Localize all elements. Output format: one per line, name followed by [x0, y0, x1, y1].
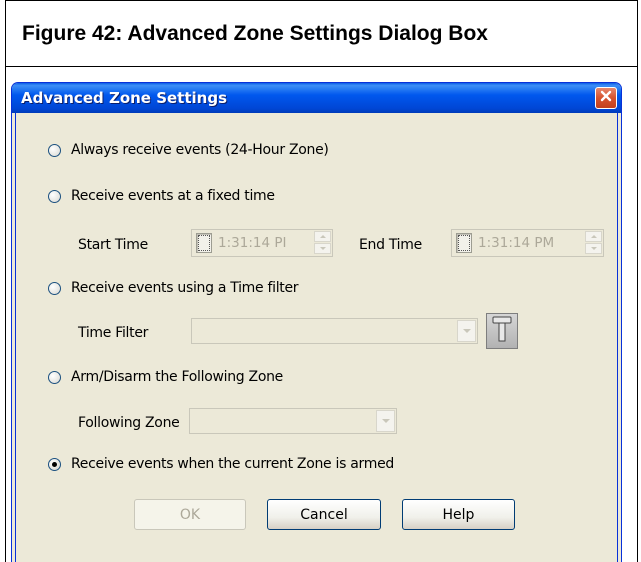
radio-when-armed-label: Receive events when the current Zone is …	[71, 456, 394, 472]
radio-arm-disarm[interactable]: Arm/Disarm the Following Zone	[48, 369, 283, 385]
time-filter-dropdown-button[interactable]	[457, 320, 476, 342]
arrow-down-icon	[319, 247, 326, 250]
radio-time-filter-label: Receive events using a Time filter	[71, 280, 299, 296]
chevron-down-icon	[381, 419, 390, 423]
ok-button[interactable]: OK	[134, 499, 246, 530]
start-time-spinner[interactable]	[314, 231, 331, 255]
end-time-picker[interactable]: 1:31:14 PM	[451, 229, 604, 257]
time-filter-label: Time Filter	[78, 325, 149, 341]
figure-caption: Figure 42: Advanced Zone Settings Dialog…	[6, 1, 637, 67]
radio-when-armed[interactable]: Receive events when the current Zone is …	[48, 456, 394, 472]
radio-arm-disarm-label: Arm/Disarm the Following Zone	[71, 369, 283, 385]
cancel-button[interactable]: Cancel	[267, 499, 381, 530]
arrow-up-icon	[319, 235, 326, 238]
radio-time-filter[interactable]: Receive events using a Time filter	[48, 280, 299, 296]
close-icon	[599, 89, 613, 108]
radio-button-checked[interactable]	[48, 457, 61, 471]
advanced-zone-settings-dialog: Advanced Zone Settings Always receive ev…	[11, 82, 622, 562]
following-zone-combo[interactable]	[189, 408, 397, 434]
time-filter-edit-button[interactable]	[486, 313, 518, 349]
radio-always-receive-label: Always receive events (24-Hour Zone)	[71, 142, 329, 158]
start-time-picker[interactable]: 1:31:14 PI	[191, 229, 333, 257]
dialog-body: Always receive events (24-Hour Zone) Rec…	[15, 113, 618, 562]
end-time-spinner[interactable]	[585, 231, 602, 255]
arrow-down-icon	[590, 247, 597, 250]
following-zone-label: Following Zone	[78, 415, 180, 431]
radio-fixed-time-label: Receive events at a fixed time	[71, 188, 275, 204]
radio-button[interactable]	[48, 143, 61, 157]
title-bar[interactable]: Advanced Zone Settings	[12, 83, 621, 113]
radio-button[interactable]	[48, 189, 61, 203]
end-time-label: End Time	[359, 237, 422, 253]
arrow-up-icon	[590, 235, 597, 238]
radio-fixed-time[interactable]: Receive events at a fixed time	[48, 188, 275, 204]
spin-up-button[interactable]	[314, 231, 331, 242]
dialog-title: Advanced Zone Settings	[21, 89, 228, 107]
spin-down-button[interactable]	[585, 243, 602, 254]
radio-button[interactable]	[48, 281, 61, 295]
chevron-down-icon	[462, 329, 471, 333]
hammer-icon	[491, 315, 513, 348]
time-filter-combo[interactable]	[191, 318, 478, 344]
help-button[interactable]: Help	[402, 499, 515, 530]
following-zone-dropdown-button[interactable]	[376, 410, 395, 432]
close-button[interactable]	[595, 87, 617, 109]
start-time-value: 1:31:14 PI	[218, 235, 287, 251]
start-time-checkbox[interactable]	[196, 233, 212, 253]
radio-button[interactable]	[48, 370, 61, 384]
radio-always-receive[interactable]: Always receive events (24-Hour Zone)	[48, 142, 329, 158]
end-time-value: 1:31:14 PM	[478, 235, 555, 251]
start-time-label: Start Time	[78, 237, 148, 253]
spin-up-button[interactable]	[585, 231, 602, 242]
spin-down-button[interactable]	[314, 243, 331, 254]
end-time-checkbox[interactable]	[456, 233, 472, 253]
